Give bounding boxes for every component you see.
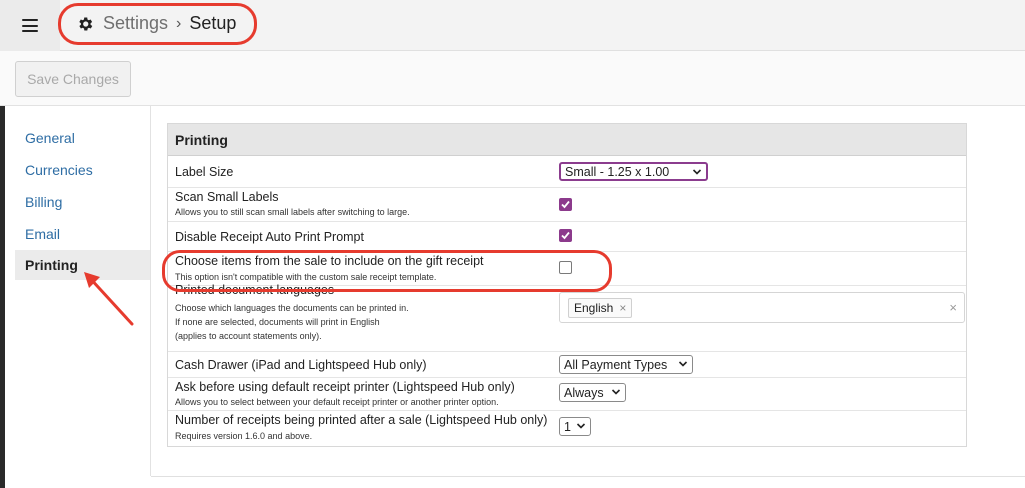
label-size-label: Label Size	[175, 165, 234, 179]
row-document-languages: Printed document languages Choose which …	[168, 283, 966, 352]
scan-small-labels-label: Scan Small Labels	[175, 190, 279, 204]
document-languages-help-1: Choose which languages the documents can…	[175, 303, 409, 313]
number-of-receipts-help: Requires version 1.6.0 and above.	[175, 431, 313, 441]
top-bar: Settings › Setup	[0, 0, 1025, 51]
disable-auto-print-label: Disable Receipt Auto Print Prompt	[175, 230, 364, 244]
sidebar-item-general[interactable]: General	[15, 123, 150, 153]
check-icon	[561, 200, 570, 209]
scan-small-labels-help: Allows you to still scan small labels af…	[175, 207, 410, 217]
number-of-receipts-label: Number of receipts being printed after a…	[175, 413, 548, 427]
label-size-value: Small - 1.25 x 1.00	[565, 164, 670, 179]
scan-small-labels-checkbox[interactable]	[559, 198, 572, 211]
document-languages-help-2: If none are selected, documents will pri…	[175, 317, 380, 327]
ask-printer-help: Allows you to select between your defaul…	[175, 397, 499, 407]
hamburger-icon	[22, 19, 38, 32]
sidebar-item-currencies[interactable]: Currencies	[15, 155, 150, 185]
row-ask-printer: Ask before using default receipt printer…	[168, 378, 966, 411]
panel-title: Printing	[168, 124, 966, 156]
annotation-ellipse-breadcrumb	[58, 3, 257, 45]
page-divider	[151, 476, 1025, 477]
row-cash-drawer: Cash Drawer (iPad and Lightspeed Hub onl…	[168, 352, 966, 378]
ask-printer-select[interactable]: Always	[559, 383, 626, 402]
row-number-of-receipts: Number of receipts being printed after a…	[168, 411, 966, 445]
row-label-size: Label Size Small - 1.25 x 1.00	[168, 156, 966, 188]
cash-drawer-select[interactable]: All Payment Types	[559, 355, 693, 374]
chevron-down-icon	[678, 361, 688, 367]
chevron-down-icon	[692, 169, 702, 175]
remove-tag-icon[interactable]: ×	[619, 301, 626, 315]
sidebar-item-billing[interactable]: Billing	[15, 187, 150, 217]
language-tag-label: English	[574, 301, 614, 315]
clear-all-icon[interactable]: ×	[949, 300, 957, 315]
cash-drawer-value: All Payment Types	[564, 357, 668, 372]
save-changes-button[interactable]: Save Changes	[15, 61, 131, 97]
number-of-receipts-value: 1	[564, 419, 571, 434]
annotation-arrow-icon	[84, 272, 134, 326]
number-of-receipts-select[interactable]: 1	[559, 417, 591, 436]
document-languages-multiselect[interactable]: English × ×	[559, 292, 965, 323]
label-size-select[interactable]: Small - 1.25 x 1.00	[559, 162, 708, 181]
row-disable-auto-print: Disable Receipt Auto Print Prompt	[168, 222, 966, 252]
cash-drawer-label: Cash Drawer (iPad and Lightspeed Hub onl…	[175, 358, 427, 372]
disable-auto-print-checkbox[interactable]	[559, 229, 572, 242]
toolbar: Save Changes	[0, 51, 1025, 106]
check-icon	[561, 231, 570, 240]
row-scan-small-labels: Scan Small Labels Allows you to still sc…	[168, 188, 966, 222]
ask-printer-value: Always	[564, 385, 604, 400]
annotation-ellipse-gift-receipt	[162, 250, 612, 292]
language-tag-english: English ×	[568, 298, 633, 318]
chevron-down-icon	[611, 389, 621, 395]
sidebar-item-email[interactable]: Email	[15, 219, 150, 249]
menu-button[interactable]	[0, 0, 60, 51]
ask-printer-label: Ask before using default receipt printer…	[175, 380, 515, 394]
chevron-down-icon	[576, 423, 586, 429]
document-languages-help-3: (applies to account statements only).	[175, 331, 322, 341]
